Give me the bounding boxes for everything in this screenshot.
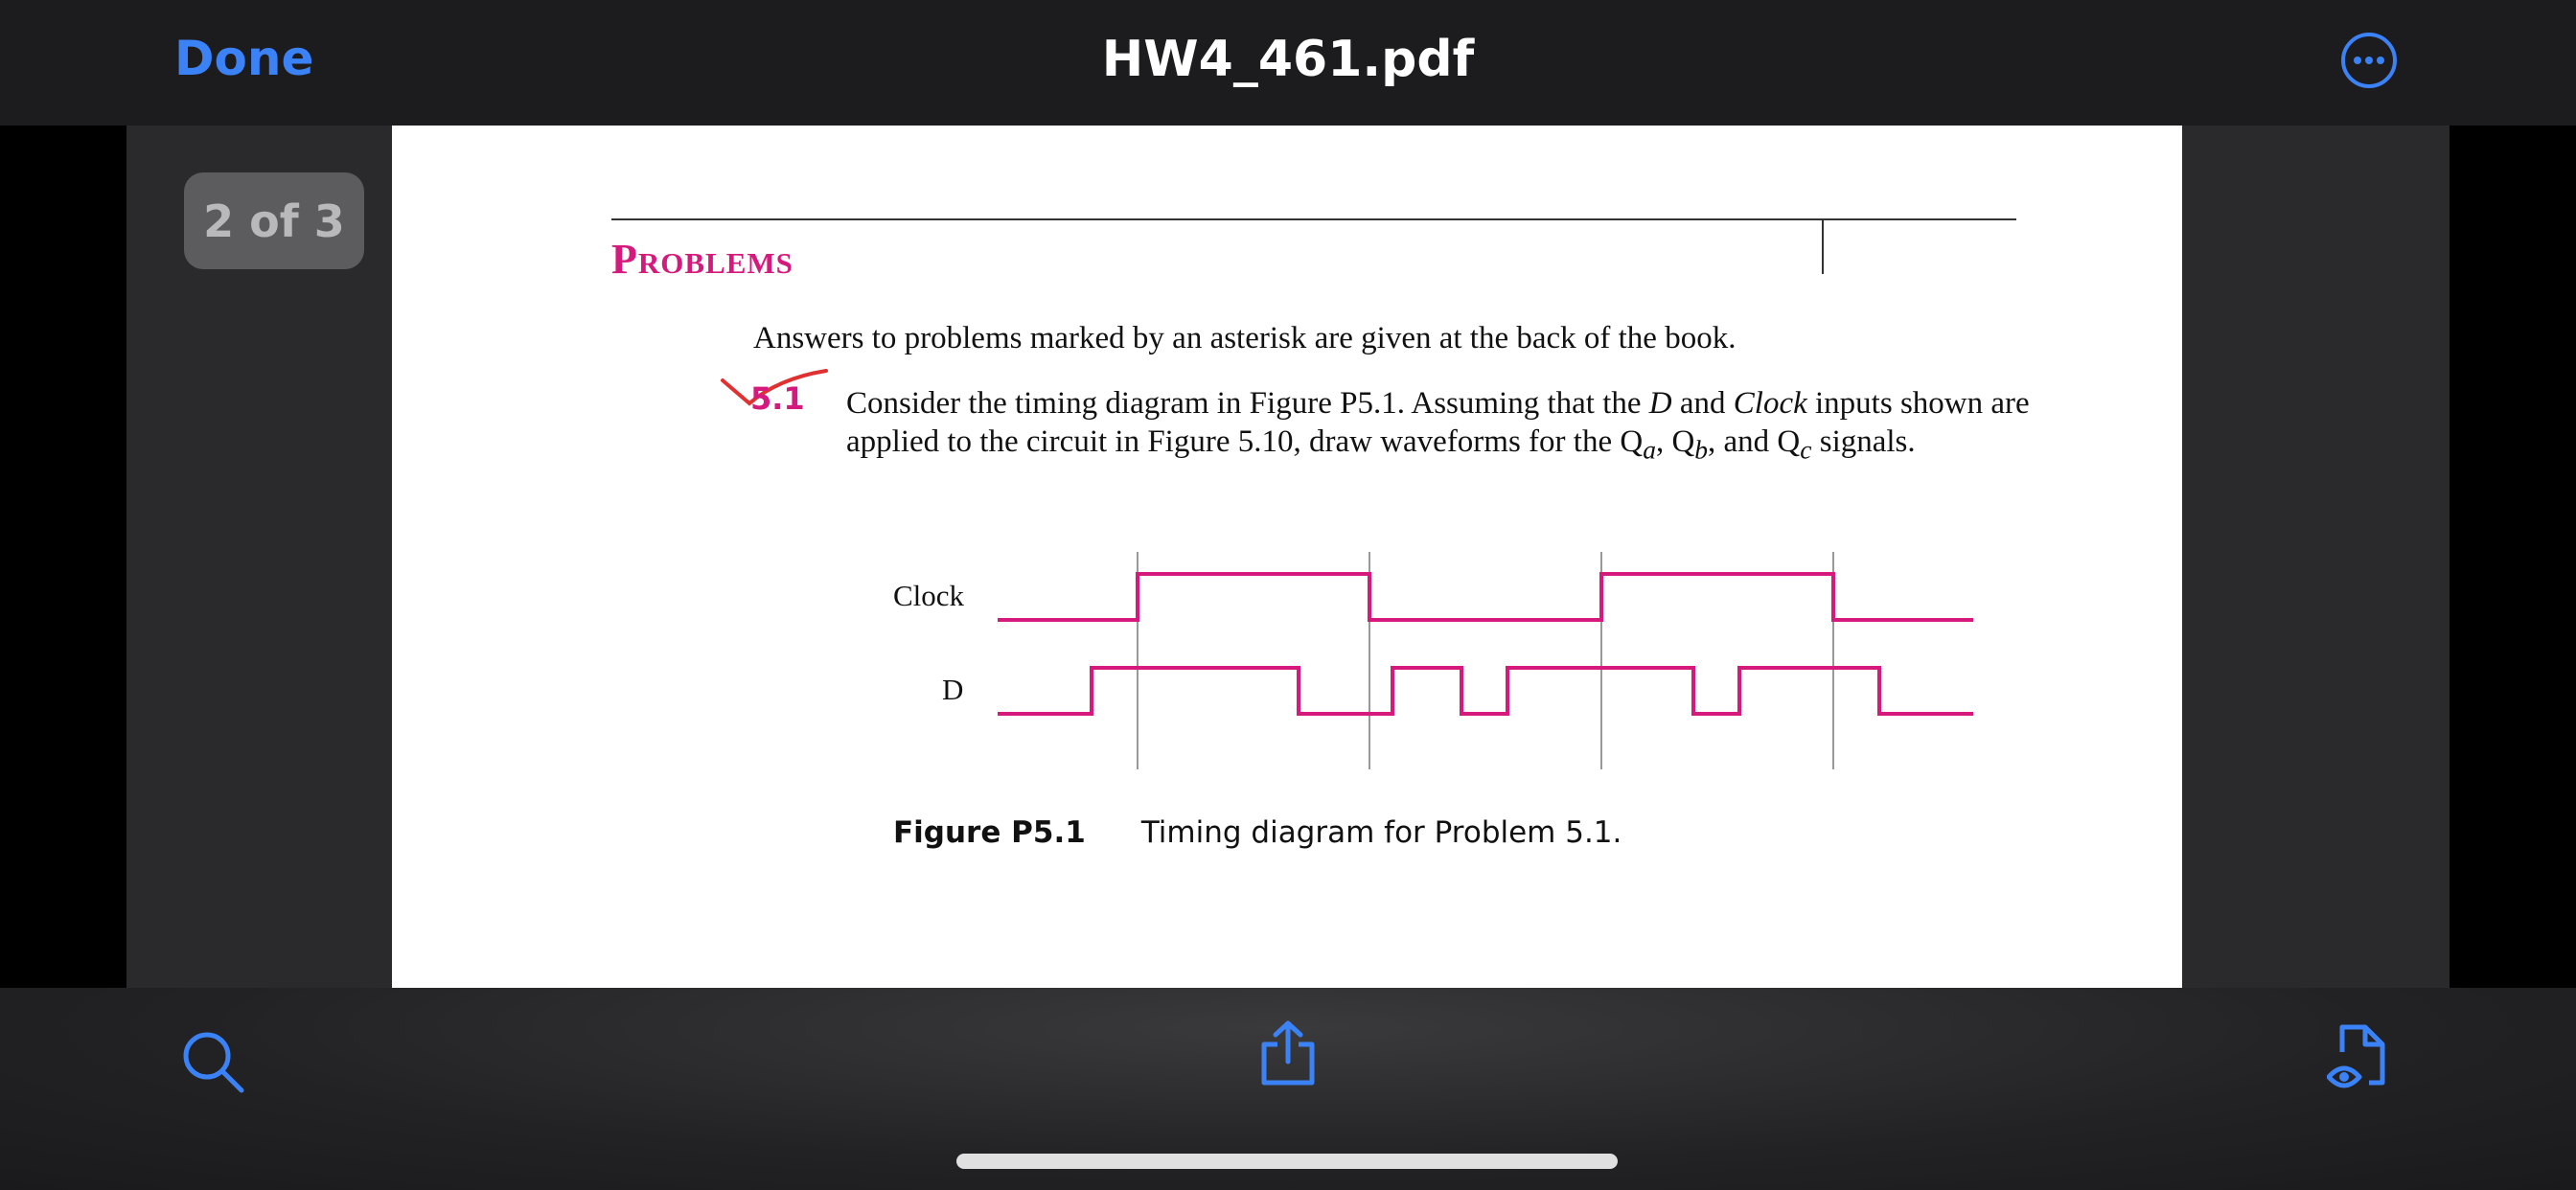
clock-waveform: [998, 572, 1973, 622]
d-label: D: [942, 673, 964, 706]
figure-number: Figure P5.1: [893, 815, 1086, 850]
document-eye-icon[interactable]: [2326, 1023, 2390, 1097]
figure-caption-text: Timing diagram for Problem 5.1.: [1140, 815, 1622, 850]
home-indicator[interactable]: [956, 1154, 1618, 1169]
document-title: HW4_461.pdf: [1101, 31, 1475, 88]
page-indicator: 2 of 3: [184, 172, 364, 269]
clock-edge-markers: [1137, 552, 1834, 769]
pdf-page[interactable]: Problems Answers to problems marked by a…: [392, 126, 2182, 988]
search-icon[interactable]: [180, 1029, 247, 1101]
top-bar: Done HW4_461.pdf: [0, 0, 2576, 126]
figure-caption: Figure P5.1 Timing diagram for Problem 5.…: [893, 815, 1622, 850]
clock-label: Clock: [893, 579, 965, 612]
ellipsis-circle-icon[interactable]: [2340, 32, 2398, 89]
right-margin: [2450, 126, 2576, 988]
left-margin: [0, 126, 126, 988]
share-icon[interactable]: [1258, 1019, 1318, 1091]
timing-diagram: [998, 552, 1973, 769]
d-waveform: [998, 666, 1973, 716]
